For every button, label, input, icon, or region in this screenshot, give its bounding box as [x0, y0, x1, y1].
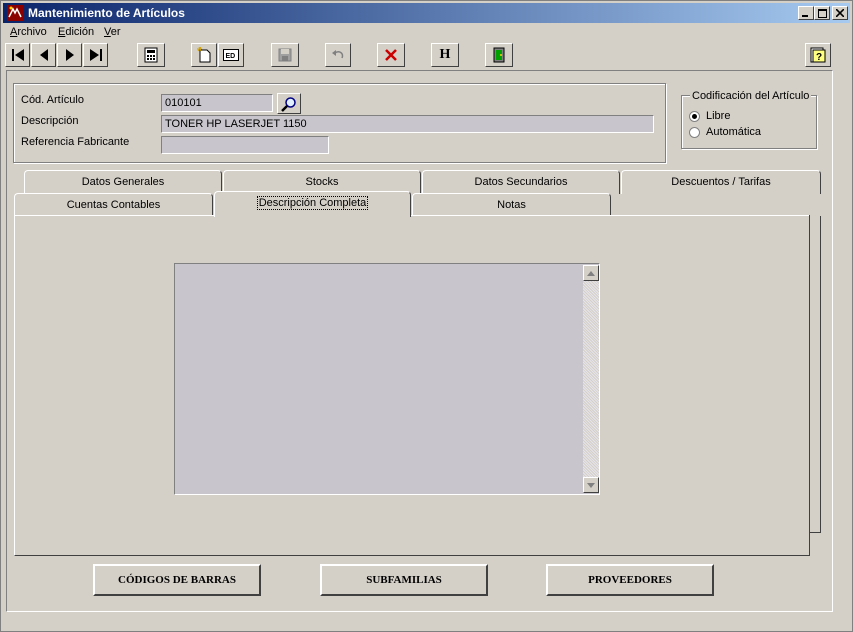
help-icon: ? [810, 47, 826, 63]
menu-ver-label: er [110, 26, 121, 38]
memo-scrollbar[interactable] [583, 265, 599, 493]
exit-icon [493, 47, 505, 63]
window-title: Mantenimiento de Artículos [28, 6, 185, 20]
close-button[interactable] [832, 6, 848, 20]
radio-automatica[interactable] [689, 127, 700, 138]
codigo-field[interactable]: 010101 [161, 94, 273, 112]
save-icon [278, 48, 292, 62]
edit-record-button[interactable]: ED [218, 43, 244, 67]
tab-descuentos-tarifas[interactable]: Descuentos / Tarifas [621, 170, 821, 194]
radio-selected-dot [692, 114, 697, 119]
menu-bar: Archivo Edición Ver [3, 24, 850, 42]
codificacion-legend: Codificación del Artículo [690, 90, 812, 102]
menu-edicion-label: dición [65, 26, 95, 38]
next-record-icon [65, 49, 74, 61]
title-bar[interactable]: Mantenimiento de Artículos [3, 3, 850, 23]
search-article-button[interactable] [277, 93, 301, 114]
close-icon [836, 9, 844, 17]
proveedores-button[interactable]: PROVEEDORES [546, 564, 714, 596]
scroll-down-button[interactable] [583, 477, 599, 493]
subfamilias-button[interactable]: SUBFAMILIAS [320, 564, 488, 596]
tab-panel-top-edge [411, 215, 809, 216]
edit-record-label: ED [226, 53, 236, 60]
previous-record-icon [39, 49, 48, 61]
search-icon [281, 96, 296, 112]
menu-ver[interactable]: Ver [104, 26, 121, 38]
calculator-button[interactable] [137, 43, 165, 67]
history-button[interactable]: H [431, 43, 459, 67]
tab-panel-shadow [809, 216, 821, 533]
tab-notas[interactable]: Notas [412, 193, 611, 217]
tab-datos-generales[interactable]: Datos Generales [24, 170, 222, 194]
menu-edicion[interactable]: Edición [58, 26, 94, 38]
undo-button[interactable] [325, 43, 351, 67]
main-window: Mantenimiento de Artículos Archivo Edici… [0, 0, 853, 632]
exit-button[interactable] [485, 43, 513, 67]
delete-button[interactable] [377, 43, 405, 67]
maximize-button[interactable] [814, 6, 830, 20]
first-record-button[interactable] [5, 43, 30, 67]
descripcion-label: Descripción [21, 115, 79, 127]
referencia-field[interactable] [161, 136, 329, 154]
delete-icon [385, 49, 397, 61]
menu-archivo-label: rchivo [17, 26, 47, 38]
history-icon: H [439, 47, 451, 62]
tab-descripcion-completa[interactable]: Descripción Completa [214, 191, 411, 217]
last-record-button[interactable] [83, 43, 108, 67]
radio-libre[interactable] [689, 111, 700, 122]
help-button[interactable]: ? [805, 43, 831, 67]
new-record-icon [197, 47, 211, 63]
radio-libre-label[interactable]: Libre [706, 110, 730, 122]
descripcion-completa-memo[interactable] [174, 263, 600, 495]
new-record-button[interactable] [191, 43, 217, 67]
menu-ver-hotkey: V [104, 26, 111, 38]
app-logo-icon [7, 5, 23, 21]
codificacion-group [681, 95, 817, 149]
tab-descripcion-completa-label: Descripción Completa [256, 196, 369, 210]
codigo-label: Cód. Artículo [21, 94, 84, 106]
referencia-label: Referencia Fabricante [21, 136, 130, 148]
codigos-barras-button[interactable]: CÓDIGOS DE BARRAS [93, 564, 261, 596]
arrow-down-icon [587, 482, 595, 488]
edit-record-icon: ED [223, 49, 239, 61]
first-record-icon [11, 49, 24, 61]
minimize-icon [802, 15, 808, 17]
descripcion-field[interactable]: TONER HP LASERJET 1150 [161, 115, 654, 133]
scroll-up-button[interactable] [583, 265, 599, 281]
maximize-icon [817, 8, 827, 18]
last-record-icon [89, 49, 102, 61]
previous-record-button[interactable] [31, 43, 56, 67]
calculator-icon [144, 47, 158, 63]
minimize-button[interactable] [798, 6, 814, 20]
undo-icon [332, 50, 344, 59]
svg-text:?: ? [816, 52, 822, 63]
menu-archivo[interactable]: Archivo [10, 26, 47, 38]
tab-cuentas-contables[interactable]: Cuentas Contables [14, 193, 213, 217]
tab-panel-top-edge [14, 215, 214, 216]
next-record-button[interactable] [57, 43, 82, 67]
radio-automatica-label[interactable]: Automática [706, 126, 761, 138]
arrow-up-icon [587, 270, 595, 276]
save-button[interactable] [271, 43, 299, 67]
tab-datos-secundarios[interactable]: Datos Secundarios [422, 170, 620, 194]
